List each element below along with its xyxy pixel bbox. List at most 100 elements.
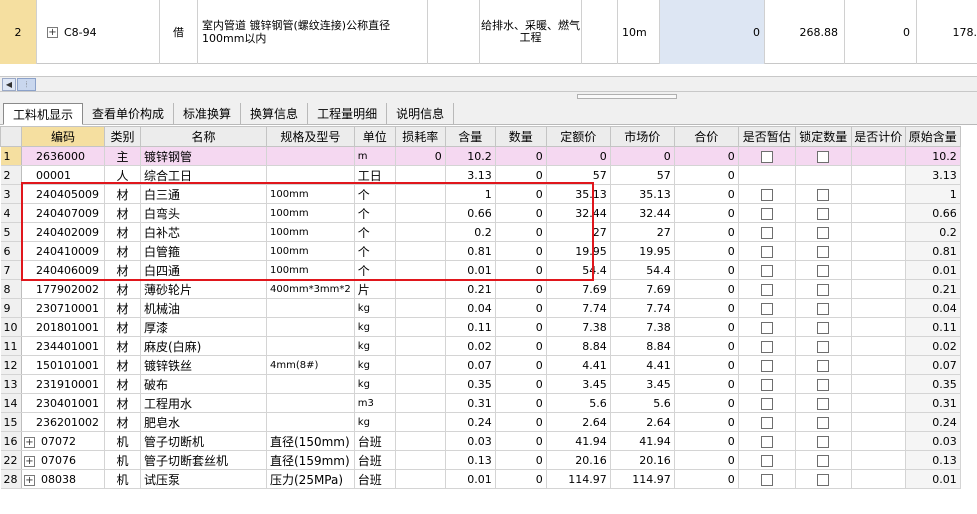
cell-market-price[interactable]: 4.41: [610, 355, 675, 375]
cell-lock-qty[interactable]: [795, 355, 852, 375]
lock-quantity-checkbox[interactable]: [817, 150, 830, 163]
cell-category[interactable]: 材: [104, 260, 141, 280]
table-row[interactable]: 28 +08038 机试压泵 压力(25MPa) 台班 0.01 0 114.97 114.97…: [0, 469, 961, 489]
cell-provisional[interactable]: [738, 374, 796, 394]
lock-quantity-checkbox[interactable]: [817, 340, 830, 353]
lock-quantity-checkbox[interactable]: [817, 378, 830, 391]
cell-loss[interactable]: [395, 374, 446, 394]
cell-spec[interactable]: [266, 317, 355, 337]
blank-cell[interactable]: [428, 0, 480, 64]
cell-unit[interactable]: 工日: [354, 165, 396, 185]
cell-total[interactable]: 0: [674, 184, 739, 204]
cell-quota-price[interactable]: 4.41: [546, 355, 611, 375]
row-number[interactable]: 6: [0, 241, 22, 261]
table-row[interactable]: 16 +07072 机管子切断机 直径(150mm) 台班 0.03 0 41.94 41.94…: [0, 431, 961, 451]
cell-spec[interactable]: [266, 298, 355, 318]
cell-loss[interactable]: [395, 393, 446, 413]
cell-name[interactable]: 镀锌钢管: [140, 146, 267, 166]
cell-spec[interactable]: [266, 336, 355, 356]
cell-provisional[interactable]: [738, 450, 796, 470]
pane-splitter[interactable]: [0, 92, 977, 101]
cell-content[interactable]: 0.07: [445, 355, 496, 375]
lock-quantity-checkbox[interactable]: [817, 454, 830, 467]
cell-market-price[interactable]: 27: [610, 222, 675, 242]
cell-name[interactable]: 麻皮(白麻): [140, 336, 267, 356]
cell-code[interactable]: 230710001: [21, 298, 105, 318]
cell-provisional[interactable]: [738, 469, 796, 489]
provisional-checkbox[interactable]: [760, 302, 773, 315]
cell-quota-price[interactable]: 20.16: [546, 450, 611, 470]
cell-spec[interactable]: 直径(159mm): [266, 450, 355, 470]
cell-code[interactable]: 240405009: [21, 184, 105, 204]
cell-spec[interactable]: [266, 146, 355, 166]
cell-category[interactable]: 材: [104, 279, 141, 299]
cell-unit[interactable]: 个: [354, 241, 396, 261]
row-number[interactable]: 5: [0, 222, 22, 242]
col-original-content-header[interactable]: 原始含量: [904, 126, 961, 147]
cell-provisional[interactable]: [738, 317, 796, 337]
provisional-checkbox[interactable]: [760, 435, 773, 448]
cell-total[interactable]: 0: [674, 222, 739, 242]
table-row[interactable]: 9 230710001 材机械油 kg 0.04 0 7.74 7.74 0 0.04: [0, 298, 961, 318]
cell-provisional[interactable]: [738, 336, 796, 356]
col-market-price-header[interactable]: 市场价: [609, 126, 675, 147]
cell-original-content[interactable]: 0.21: [905, 279, 961, 299]
cell-category[interactable]: 材: [104, 336, 141, 356]
cell-total[interactable]: 0: [674, 355, 739, 375]
cell-unit[interactable]: kg: [354, 298, 396, 318]
cell-market-price[interactable]: 57: [610, 165, 675, 185]
cell-priced[interactable]: [851, 298, 906, 318]
cell-quota-price[interactable]: 0: [546, 146, 611, 166]
cell-lock-qty[interactable]: [795, 260, 852, 280]
cell-lock-qty[interactable]: [795, 184, 852, 204]
cell-market-price[interactable]: 20.16: [610, 450, 675, 470]
lock-quantity-checkbox[interactable]: [817, 359, 830, 372]
cell-loss[interactable]: 0: [395, 146, 446, 166]
cell-loss[interactable]: [395, 298, 446, 318]
row-number[interactable]: 15: [0, 412, 22, 432]
col-unit-header[interactable]: 单位: [353, 126, 396, 147]
cell-provisional[interactable]: [738, 393, 796, 413]
tab-standard-conversion[interactable]: 标准换算: [174, 103, 242, 124]
cell-code[interactable]: 234401001: [21, 336, 105, 356]
col-content-header[interactable]: 含量: [444, 126, 496, 147]
splitter-grip-icon[interactable]: [577, 94, 677, 99]
cell-code[interactable]: 236201002: [21, 412, 105, 432]
cell-priced[interactable]: [851, 393, 906, 413]
table-row[interactable]: 6 240410009 材白管箍 100mm 个 0.81 0 19.95 19.95 0 0.81: [0, 241, 961, 261]
tab-price-composition[interactable]: 查看单价构成: [83, 103, 175, 124]
cell-code[interactable]: 201801001: [21, 317, 105, 337]
cell-provisional[interactable]: [738, 222, 796, 242]
cell-quota-price[interactable]: 8.84: [546, 336, 611, 356]
cell-spec[interactable]: [266, 412, 355, 432]
row-number[interactable]: 13: [0, 374, 22, 394]
cell-unit[interactable]: 台班: [354, 431, 396, 451]
cell-quota-price[interactable]: 2.64: [546, 412, 611, 432]
total-cell[interactable]: 0: [845, 0, 917, 64]
cell-total[interactable]: 0: [674, 431, 739, 451]
cell-category[interactable]: 材: [104, 184, 141, 204]
type-cell[interactable]: 借: [160, 0, 198, 64]
cell-category[interactable]: 材: [104, 355, 141, 375]
cell-market-price[interactable]: 19.95: [610, 241, 675, 261]
cell-loss[interactable]: [395, 450, 446, 470]
provisional-checkbox[interactable]: [760, 454, 773, 467]
cell-name[interactable]: 机械油: [140, 298, 267, 318]
cell-original-content[interactable]: 0.04: [905, 298, 961, 318]
cell-original-content[interactable]: 0.31: [905, 393, 961, 413]
cell-total[interactable]: 0: [674, 298, 739, 318]
cell-unit[interactable]: 个: [354, 222, 396, 242]
cell-content[interactable]: 0.24: [445, 412, 496, 432]
cell-name[interactable]: 厚漆: [140, 317, 267, 337]
cell-loss[interactable]: [395, 412, 446, 432]
cell-priced[interactable]: [851, 450, 906, 470]
provisional-checkbox[interactable]: [760, 207, 773, 220]
cell-quota-price[interactable]: 7.74: [546, 298, 611, 318]
cell-total[interactable]: 0: [674, 336, 739, 356]
cell-category[interactable]: 机: [104, 450, 141, 470]
cell-name[interactable]: 薄砂轮片: [140, 279, 267, 299]
cell-lock-qty[interactable]: [795, 469, 852, 489]
provisional-checkbox[interactable]: [760, 416, 773, 429]
horizontal-scrollbar[interactable]: ◀ ⦙: [0, 76, 977, 92]
table-row[interactable]: 11 234401001 材麻皮(白麻) kg 0.02 0 8.84 8.84 0 0.02: [0, 336, 961, 356]
